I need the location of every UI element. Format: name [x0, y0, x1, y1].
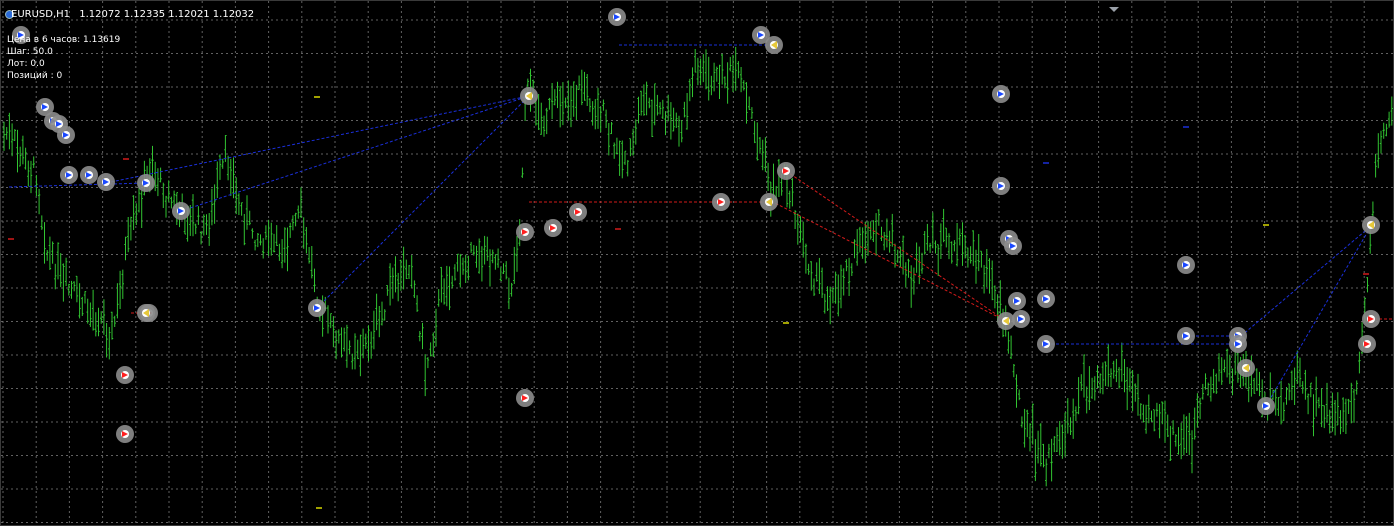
sell-arrow-icon[interactable] — [1358, 335, 1376, 353]
buy-arrow-icon[interactable] — [1229, 335, 1247, 353]
close-position-icon[interactable] — [520, 87, 538, 105]
buy-arrow-icon[interactable] — [1037, 335, 1055, 353]
close-position-icon[interactable] — [1237, 359, 1255, 377]
chart-window[interactable]: EURUSD,H1 1.12072 1.12335 1.12021 1.1203… — [0, 0, 1394, 526]
sell-arrow-icon[interactable] — [712, 193, 730, 211]
chart-shift-marker-icon[interactable] — [1109, 7, 1119, 12]
buy-arrow-icon[interactable] — [80, 166, 98, 184]
info-price-6h: Цена в 6 часов: 1.13619 — [7, 35, 121, 45]
buy-arrow-icon[interactable] — [608, 8, 626, 26]
buy-trade-line — [105, 95, 530, 184]
sell-arrow-icon[interactable] — [516, 389, 534, 407]
close-position-icon[interactable] — [765, 36, 783, 54]
buy-arrow-icon[interactable] — [1257, 397, 1275, 415]
buy-arrow-icon[interactable] — [172, 202, 190, 220]
buy-arrow-icon[interactable] — [137, 174, 155, 192]
chart-header: EURUSD,H1 1.12072 1.12335 1.12021 1.1203… — [7, 9, 254, 21]
buy-trade-line — [1265, 225, 1372, 407]
buy-arrow-icon[interactable] — [1008, 292, 1026, 310]
buy-trade-line — [8, 182, 147, 188]
buy-arrow-icon[interactable] — [1037, 290, 1055, 308]
buy-arrow-icon[interactable] — [60, 166, 78, 184]
buy-arrow-icon[interactable] — [1004, 237, 1022, 255]
sell-arrow-icon[interactable] — [569, 203, 587, 221]
sell-arrow-icon[interactable] — [1362, 310, 1380, 328]
price-chart[interactable] — [1, 1, 1394, 526]
buy-arrow-icon[interactable] — [1177, 256, 1195, 274]
close-position-icon[interactable] — [760, 193, 778, 211]
close-position-icon[interactable] — [997, 312, 1015, 330]
sell-arrow-icon[interactable] — [777, 162, 795, 180]
sell-arrow-icon[interactable] — [116, 366, 134, 384]
sell-arrow-icon[interactable] — [116, 425, 134, 443]
buy-arrow-icon[interactable] — [57, 126, 75, 144]
buy-arrow-icon[interactable] — [992, 177, 1010, 195]
buy-trade-line — [316, 95, 530, 309]
buy-arrow-icon[interactable] — [992, 85, 1010, 103]
info-positions: Позиций : 0 — [7, 71, 63, 81]
close-position-icon[interactable] — [137, 304, 155, 322]
buy-arrow-icon[interactable] — [1177, 327, 1195, 345]
sell-arrow-icon[interactable] — [544, 219, 562, 237]
info-step: Шаг: 50.0 — [7, 47, 53, 57]
info-lot: Лот: 0.0 — [7, 59, 45, 69]
chart-symbol: EURUSD,H1 — [11, 9, 71, 20]
buy-arrow-icon[interactable] — [308, 299, 326, 317]
buy-arrow-icon[interactable] — [97, 173, 115, 191]
chart-ohlc: 1.12072 1.12335 1.12021 1.12032 — [79, 9, 255, 20]
close-position-icon[interactable] — [1362, 216, 1380, 234]
buy-trade-line — [1240, 225, 1372, 337]
sell-arrow-icon[interactable] — [516, 223, 534, 241]
